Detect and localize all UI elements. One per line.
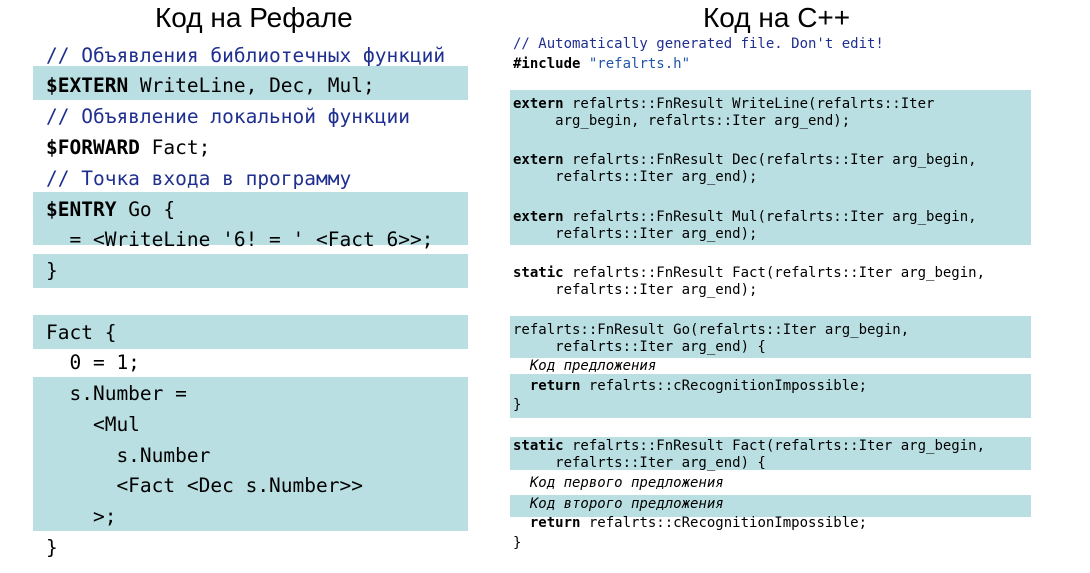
- code-line: }: [46, 259, 58, 282]
- keyword: $FORWARD: [46, 136, 140, 159]
- keyword: $EXTERN: [46, 74, 129, 97]
- string-literal: "refalrts.h": [588, 56, 691, 72]
- code-line-entry: $ENTRY Go {: [46, 198, 175, 222]
- keyword: static: [513, 438, 564, 454]
- code-line: }: [513, 535, 522, 551]
- code-line: 0 = 1;: [46, 351, 140, 374]
- code-text: refalrts::FnResult Fact(refalrts::Iter a…: [563, 265, 986, 281]
- code-text: refalrts::cRecognitionImpossible;: [580, 378, 868, 394]
- code-text: refalrts::FnResult Fact(refalrts::Iter a…: [563, 438, 986, 454]
- code-comment: // Automatically generated file. Don't e…: [513, 36, 884, 52]
- code-line: <Mul: [46, 413, 140, 436]
- keyword: $ENTRY: [46, 198, 117, 221]
- code-line: }: [513, 397, 522, 413]
- code-line: = <WriteLine '6! = ' <Fact 6>>;: [46, 228, 434, 251]
- code-line: extern refalrts::FnResult Mul(refalrts::…: [513, 209, 977, 226]
- code-line: refalrts::Iter arg_end);: [513, 226, 758, 242]
- code-text: refalrts::FnResult WriteLine(refalrts::I…: [563, 96, 935, 112]
- code-line: extern refalrts::FnResult WriteLine(refa…: [513, 96, 934, 113]
- code-text: Go {: [116, 198, 176, 221]
- keyword: return: [529, 515, 581, 531]
- code-line: refalrts::Iter arg_end) {: [513, 455, 766, 471]
- keyword: return: [529, 378, 581, 394]
- code-comment: // Объявления библиотечных функций: [46, 44, 446, 67]
- keyword: #include: [513, 56, 581, 72]
- code-text: Fact;: [139, 136, 211, 159]
- code-line: s.Number: [46, 444, 211, 467]
- code-line: return refalrts::cRecognitionImpossible;: [513, 515, 867, 532]
- code-comment: // Точка входа в программу: [46, 167, 352, 190]
- keyword: static: [513, 265, 564, 281]
- highlight-band: [33, 254, 468, 288]
- keyword: extern: [513, 96, 564, 112]
- code-line: refalrts::Iter arg_end);: [513, 282, 758, 298]
- code-placeholder-comment: Код предложения: [513, 358, 657, 374]
- refal-code-title: Код на Рефале: [155, 2, 353, 33]
- cpp-code-title: Код на С++: [703, 2, 851, 33]
- code-line: return refalrts::cRecognitionImpossible;: [513, 378, 867, 395]
- code-line-extern: $EXTERN WriteLine, Dec, Mul;: [46, 74, 375, 98]
- code-comment: // Объявление локальной функции: [46, 105, 410, 128]
- code-text: refalrts::cRecognitionImpossible;: [580, 515, 868, 531]
- code-line-forward: $FORWARD Fact;: [46, 136, 210, 160]
- code-text: refalrts::FnResult Dec(refalrts::Iter ar…: [563, 152, 977, 168]
- code-text: WriteLine, Dec, Mul;: [128, 74, 375, 97]
- keyword: extern: [513, 152, 564, 168]
- keyword: extern: [513, 209, 564, 225]
- code-line: Fact {: [46, 321, 117, 344]
- code-line: }: [46, 536, 58, 559]
- code-line: <Fact <Dec s.Number>>: [46, 474, 363, 497]
- code-line: extern refalrts::FnResult Dec(refalrts::…: [513, 152, 977, 169]
- code-placeholder-comment: Код второго предложения: [513, 496, 724, 512]
- code-line: s.Number =: [46, 382, 187, 405]
- code-line: refalrts::Iter arg_end) {: [513, 339, 766, 355]
- code-line: static refalrts::FnResult Fact(refalrts:…: [513, 265, 985, 282]
- code-line: refalrts::Iter arg_end);: [513, 169, 758, 185]
- code-line: static refalrts::FnResult Fact(refalrts:…: [513, 438, 985, 455]
- code-text: refalrts::FnResult Mul(refalrts::Iter ar…: [563, 209, 977, 225]
- code-line: >;: [46, 505, 117, 528]
- code-placeholder-comment: Код первого предложения: [513, 475, 724, 491]
- code-line: refalrts::FnResult Go(refalrts::Iter arg…: [513, 322, 910, 338]
- code-line: arg_begin, refalrts::Iter arg_end);: [513, 113, 851, 129]
- code-line-include: #include "refalrts.h": [513, 56, 690, 73]
